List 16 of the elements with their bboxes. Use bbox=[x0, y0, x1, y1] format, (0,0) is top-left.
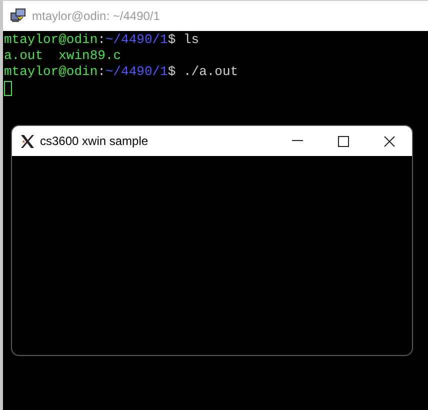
prompt-path: ~/4490/1 bbox=[105, 64, 168, 79]
command-output: a.out xwin89.c bbox=[4, 48, 122, 63]
prompt-user: mtaylor@odin bbox=[4, 64, 98, 79]
computer-icon bbox=[10, 8, 26, 24]
command-text: : bbox=[98, 64, 106, 79]
window-title: cs3600 xwin sample bbox=[40, 133, 148, 150]
command-text: $ ls bbox=[168, 32, 200, 47]
command-text: $ ./a.out bbox=[168, 64, 238, 79]
window-title: mtaylor@odin: ~/4490/1 bbox=[32, 8, 160, 25]
minimize-icon bbox=[292, 140, 302, 142]
close-icon bbox=[384, 136, 394, 146]
command-text: : bbox=[98, 32, 106, 47]
maximize-icon bbox=[338, 136, 348, 146]
x-logo-icon bbox=[20, 134, 35, 148]
prompt-user: mtaylor@odin bbox=[4, 32, 98, 47]
prompt-path: ~/4490/1 bbox=[105, 32, 168, 47]
